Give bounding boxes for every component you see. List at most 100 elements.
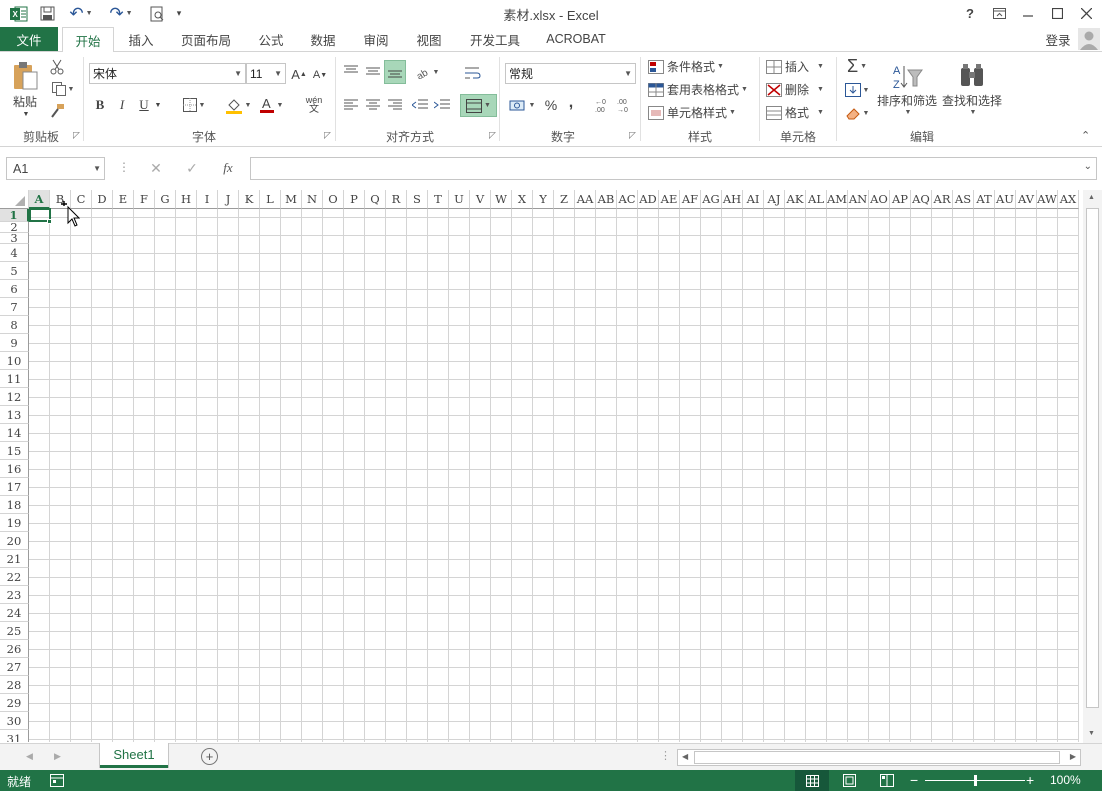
increase-decimal-icon[interactable]: ←0.00 bbox=[592, 94, 614, 116]
align-bottom-icon[interactable] bbox=[384, 60, 406, 84]
row-header-26[interactable]: 26 bbox=[0, 640, 29, 658]
scroll-up-icon[interactable]: ▲ bbox=[1088, 194, 1095, 201]
column-header-ap[interactable]: AP bbox=[890, 190, 911, 209]
column-header-af[interactable]: AF bbox=[680, 190, 701, 209]
column-header-w[interactable]: W bbox=[491, 190, 512, 209]
zoom-slider-thumb[interactable] bbox=[974, 775, 977, 786]
prev-sheet-icon[interactable]: ◀ bbox=[26, 751, 33, 762]
column-header-j[interactable]: J bbox=[218, 190, 239, 209]
copy-button[interactable]: ▼ bbox=[48, 80, 78, 98]
column-header-q[interactable]: Q bbox=[365, 190, 386, 209]
expand-formula-icon[interactable]: ⌄ bbox=[1084, 161, 1092, 172]
sort-filter-button[interactable]: AZ 排序和筛选 ▼ bbox=[876, 58, 938, 120]
align-right-icon[interactable] bbox=[386, 96, 404, 114]
tab-page-layout[interactable]: 页面布局 bbox=[170, 27, 242, 51]
column-header-aw[interactable]: AW bbox=[1037, 190, 1058, 209]
phonetic-button[interactable]: wén 文 bbox=[298, 94, 330, 116]
underline-button[interactable]: U bbox=[137, 95, 151, 115]
row-header-6[interactable]: 6 bbox=[0, 280, 29, 298]
column-header-ao[interactable]: AO bbox=[869, 190, 890, 209]
font-name-combo[interactable]: 宋体 ▼ bbox=[89, 63, 246, 84]
tab-insert[interactable]: 插入 bbox=[120, 27, 162, 51]
help-button[interactable]: ? bbox=[956, 2, 984, 24]
column-header-a[interactable]: A bbox=[29, 190, 50, 209]
row-header-24[interactable]: 24 bbox=[0, 604, 29, 622]
conditional-formatting-button[interactable]: 条件格式 ▼ bbox=[648, 57, 738, 76]
column-header-z[interactable]: Z bbox=[554, 190, 575, 209]
row-header-12[interactable]: 12 bbox=[0, 388, 29, 406]
row-header-28[interactable]: 28 bbox=[0, 676, 29, 694]
delete-cells-button[interactable]: 删除 ▼ bbox=[766, 80, 828, 99]
column-header-as[interactable]: AS bbox=[953, 190, 974, 209]
vertical-scrollbar[interactable]: ▲ ▼ bbox=[1083, 190, 1102, 743]
minimize-icon[interactable] bbox=[1014, 2, 1042, 24]
column-header-p[interactable]: P bbox=[344, 190, 365, 209]
column-header-av[interactable]: AV bbox=[1016, 190, 1037, 209]
column-header-v[interactable]: V bbox=[470, 190, 491, 209]
row-header-27[interactable]: 27 bbox=[0, 658, 29, 676]
format-painter-icon[interactable] bbox=[48, 102, 66, 120]
align-middle-icon[interactable] bbox=[364, 62, 382, 80]
tab-formulas[interactable]: 公式 bbox=[250, 27, 292, 51]
column-header-u[interactable]: U bbox=[449, 190, 470, 209]
align-left-icon[interactable] bbox=[342, 96, 360, 114]
column-header-y[interactable]: Y bbox=[533, 190, 554, 209]
cancel-entry-icon[interactable]: ✕ bbox=[146, 158, 166, 178]
decrease-indent-icon[interactable] bbox=[410, 96, 430, 114]
italic-button[interactable]: I bbox=[114, 95, 130, 115]
row-header-7[interactable]: 7 bbox=[0, 298, 29, 316]
format-cells-button[interactable]: 格式 ▼ bbox=[766, 103, 828, 122]
sheet-tab-sheet1[interactable]: Sheet1 bbox=[100, 743, 168, 768]
cell-styles-button[interactable]: 单元格样式 ▼ bbox=[648, 103, 740, 122]
maximize-icon[interactable] bbox=[1043, 2, 1071, 24]
clipboard-launcher-icon[interactable]: ◸ bbox=[73, 130, 80, 141]
column-header-an[interactable]: AN bbox=[848, 190, 869, 209]
column-header-e[interactable]: E bbox=[113, 190, 134, 209]
page-layout-view-icon[interactable] bbox=[843, 774, 856, 790]
cell-grid[interactable] bbox=[29, 209, 1079, 742]
column-header-t[interactable]: T bbox=[428, 190, 449, 209]
tab-home[interactable]: 开始 bbox=[62, 27, 114, 52]
tab-view[interactable]: 视图 bbox=[408, 27, 450, 51]
ribbon-display-icon[interactable] bbox=[985, 2, 1013, 24]
column-header-aa[interactable]: AA bbox=[575, 190, 596, 209]
comma-style-button[interactable]: , bbox=[564, 92, 578, 114]
column-header-aj[interactable]: AJ bbox=[764, 190, 785, 209]
fill-color-button[interactable]: ▼ bbox=[222, 94, 254, 116]
paste-button[interactable]: 粘贴 bbox=[8, 58, 42, 112]
collapse-ribbon-icon[interactable]: ⌃ bbox=[1081, 129, 1090, 142]
column-header-ac[interactable]: AC bbox=[617, 190, 638, 209]
number-format-combo[interactable]: 常规 ▼ bbox=[505, 63, 636, 84]
autosum-button[interactable]: Σ ▼ bbox=[842, 56, 872, 76]
column-header-ak[interactable]: AK bbox=[785, 190, 806, 209]
underline-dropdown-icon[interactable]: ▼ bbox=[153, 96, 163, 114]
column-header-at[interactable]: AT bbox=[974, 190, 995, 209]
font-color-button[interactable]: A ▼ bbox=[256, 94, 286, 116]
row-header-18[interactable]: 18 bbox=[0, 496, 29, 514]
align-top-icon[interactable] bbox=[342, 62, 360, 80]
paste-dropdown-icon[interactable]: ▼ bbox=[21, 110, 31, 118]
wrap-text-icon[interactable] bbox=[462, 62, 484, 84]
insert-function-button[interactable]: fx bbox=[216, 158, 240, 178]
row-header-14[interactable]: 14 bbox=[0, 424, 29, 442]
column-header-d[interactable]: D bbox=[92, 190, 113, 209]
column-header-g[interactable]: G bbox=[155, 190, 176, 209]
accounting-format-button[interactable]: ▼ bbox=[506, 94, 538, 116]
scroll-right-icon[interactable]: ▶ bbox=[1070, 752, 1076, 761]
row-header-17[interactable]: 17 bbox=[0, 478, 29, 496]
zoom-out-icon[interactable]: − bbox=[910, 772, 918, 788]
confirm-entry-icon[interactable]: ✓ bbox=[182, 158, 202, 178]
increase-font-icon[interactable]: A ▲ bbox=[291, 64, 307, 84]
select-all-button[interactable] bbox=[0, 190, 29, 209]
row-header-23[interactable]: 23 bbox=[0, 586, 29, 604]
row-header-22[interactable]: 22 bbox=[0, 568, 29, 586]
page-break-view-icon[interactable] bbox=[880, 774, 894, 790]
increase-indent-icon[interactable] bbox=[432, 96, 452, 114]
row-header-29[interactable]: 29 bbox=[0, 694, 29, 712]
format-as-table-button[interactable]: 套用表格格式 ▼ bbox=[648, 80, 752, 99]
row-header-8[interactable]: 8 bbox=[0, 316, 29, 334]
column-header-ad[interactable]: AD bbox=[638, 190, 659, 209]
column-header-aq[interactable]: AQ bbox=[911, 190, 932, 209]
row-header-19[interactable]: 19 bbox=[0, 514, 29, 532]
tab-acrobat[interactable]: ACROBAT bbox=[540, 27, 612, 51]
